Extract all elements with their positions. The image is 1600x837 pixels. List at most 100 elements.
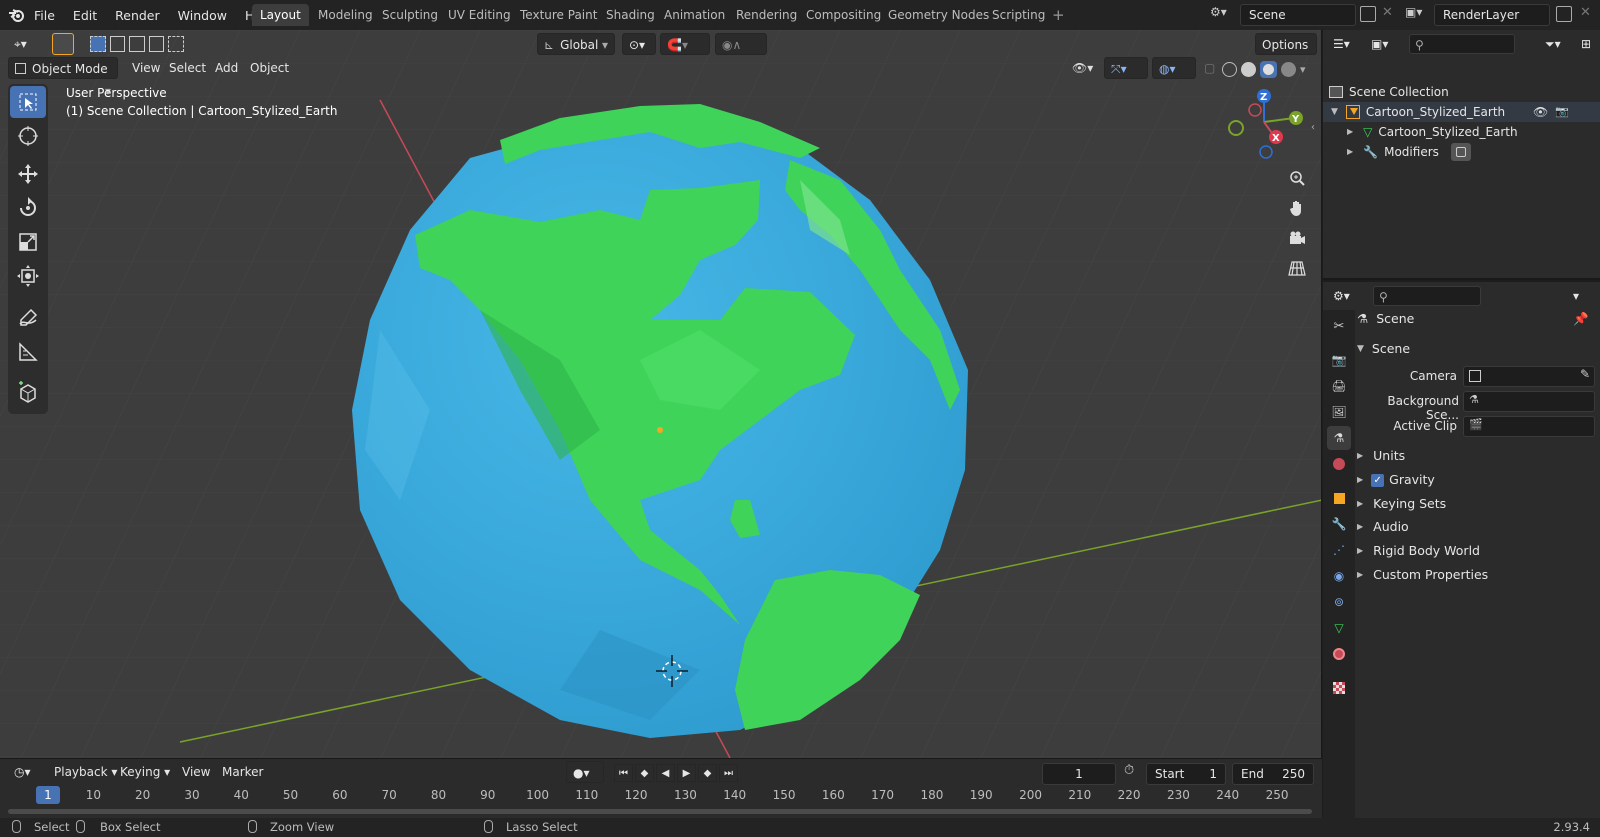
filter-dropdown[interactable]: ⏷▾ xyxy=(1539,33,1573,55)
tab-modeling[interactable]: Modeling xyxy=(310,4,381,26)
tab-output[interactable]: 🖨 xyxy=(1327,374,1351,398)
sidebar-toggle-icon[interactable]: ‹ xyxy=(1311,122,1315,133)
transform-orientation-dropdown[interactable]: ⊾ Global ▾ xyxy=(537,33,615,55)
new-view-layer-icon[interactable] xyxy=(1556,6,1572,22)
tab-material[interactable] xyxy=(1327,642,1351,666)
tab-render[interactable]: 📷 xyxy=(1327,348,1351,372)
menu-view[interactable]: View xyxy=(126,57,166,79)
tab-texture[interactable] xyxy=(1327,676,1351,700)
selection-mode-icons[interactable] xyxy=(90,36,184,52)
properties-editor-type-icon[interactable]: ⚙▾ xyxy=(1327,285,1361,307)
tool-rotate[interactable] xyxy=(10,192,46,224)
pivot-point-dropdown[interactable]: ⊙▾ xyxy=(622,33,656,55)
perspective-toggle-button[interactable] xyxy=(1282,254,1312,282)
tab-rendering[interactable]: Rendering xyxy=(728,4,805,26)
extend-selection-icon[interactable] xyxy=(109,36,126,52)
tool-move[interactable] xyxy=(10,158,46,190)
panel-rigid-body-world[interactable]: ▶ Rigid Body World xyxy=(1357,540,1597,562)
tab-world[interactable] xyxy=(1327,452,1351,476)
expand-arrow-icon[interactable]: ▼ xyxy=(1331,102,1338,122)
menu-select[interactable]: Select xyxy=(163,57,212,79)
tab-scene[interactable]: ⚗ xyxy=(1327,426,1351,450)
tool-cursor[interactable] xyxy=(10,120,46,152)
preview-range-icon[interactable]: ⏱ xyxy=(1124,763,1134,778)
properties-options-dropdown[interactable]: ▾ xyxy=(1567,285,1591,307)
new-collection-icon[interactable]: ⊞ xyxy=(1575,33,1597,55)
tab-geometry-nodes[interactable]: Geometry Nodes xyxy=(880,4,997,26)
tab-layout[interactable]: Layout xyxy=(252,4,309,26)
tool-select-box[interactable] xyxy=(10,86,46,118)
tab-scripting[interactable]: Scripting xyxy=(984,4,1053,26)
tab-view-layer[interactable]: 🖼 xyxy=(1327,400,1351,424)
3d-viewport[interactable]: ⌖▾ ⊾Global▾ ⊙▾ 🧲▾ ◉∧ Options ▾ Object Mo… xyxy=(0,30,1322,758)
neg-x-axis-handle[interactable] xyxy=(1248,103,1262,117)
tab-particles[interactable]: ⋰ xyxy=(1327,538,1351,562)
delete-view-layer-icon[interactable]: ✕ xyxy=(1580,5,1591,20)
tool-transform[interactable] xyxy=(10,260,46,292)
tool-add-cube[interactable] xyxy=(10,376,46,408)
material-shading-icon[interactable] xyxy=(1260,60,1277,78)
neg-y-axis-handle[interactable] xyxy=(1228,120,1244,136)
tab-modifiers[interactable]: 🔧 xyxy=(1327,512,1351,536)
mode-dropdown[interactable]: Object Mode ▾ xyxy=(8,57,118,98)
tab-data[interactable]: ▽ xyxy=(1327,616,1351,640)
tool-annotate[interactable] xyxy=(10,302,46,334)
subdivision-modifier-icon[interactable] xyxy=(1450,143,1471,161)
tab-sculpting[interactable]: Sculpting xyxy=(374,4,446,26)
camera-render-icon[interactable]: 📷 xyxy=(1555,102,1569,122)
scene-name-field[interactable]: Scene xyxy=(1240,4,1356,26)
outliner-row-scene-collection[interactable]: Scene Collection xyxy=(1329,82,1449,102)
panel-custom-properties[interactable]: ▶ Custom Properties xyxy=(1357,564,1597,586)
wireframe-shading-icon[interactable] xyxy=(1222,61,1237,77)
visibility-icon[interactable]: 👁▾ xyxy=(1066,57,1099,79)
menu-render[interactable]: Render xyxy=(115,8,160,23)
gravity-checkbox[interactable]: ✓ xyxy=(1371,473,1385,487)
tab-constraints[interactable]: ⊚ xyxy=(1327,590,1351,614)
gizmo-toggle[interactable]: ⤧▾ xyxy=(1104,57,1148,79)
view-layer-icon[interactable]: ▣▾ xyxy=(1405,5,1433,25)
panel-units[interactable]: ▶ Units xyxy=(1357,445,1597,467)
jump-to-end-icon[interactable]: ⏭ xyxy=(719,764,738,782)
new-selection-icon[interactable] xyxy=(90,36,106,52)
add-workspace-icon[interactable]: + xyxy=(1052,6,1065,24)
menu-edit[interactable]: Edit xyxy=(73,8,97,23)
end-frame-field[interactable]: End 250 xyxy=(1232,763,1314,785)
current-frame-field[interactable]: 1 xyxy=(1042,763,1116,785)
menu-marker[interactable]: Marker xyxy=(216,761,269,783)
outliner-search-input[interactable]: ⚲ xyxy=(1409,34,1515,54)
outliner-row-modifiers[interactable]: ▶ 🔧 Modifiers xyxy=(1347,142,1471,162)
tab-compositing[interactable]: Compositing xyxy=(798,4,889,26)
panel-gravity[interactable]: ▶ ✓ Gravity xyxy=(1357,469,1597,491)
menu-timeline-view[interactable]: View xyxy=(176,761,216,783)
tab-animation[interactable]: Animation xyxy=(656,4,733,26)
tab-physics[interactable]: ◉ xyxy=(1327,564,1351,588)
tool-scale[interactable] xyxy=(10,226,46,258)
outliner-row-mesh[interactable]: ▶ ▽ Cartoon_Stylized_Earth xyxy=(1347,122,1518,142)
camera-field[interactable]: ✎ xyxy=(1463,366,1595,387)
panel-keying-sets[interactable]: ▶ Keying Sets xyxy=(1357,493,1597,515)
tab-texture-paint[interactable]: Texture Paint xyxy=(512,4,605,26)
new-scene-icon[interactable] xyxy=(1360,6,1376,22)
menu-add[interactable]: Add xyxy=(209,57,244,79)
expand-arrow-icon[interactable]: ▶ xyxy=(1347,142,1353,162)
play-reverse-icon[interactable]: ◀ xyxy=(656,764,675,782)
snap-toggle[interactable]: 🧲▾ xyxy=(660,33,710,55)
tab-uv-editing[interactable]: UV Editing xyxy=(440,4,519,26)
timeline-editor-type-icon[interactable]: ◷▾ xyxy=(8,761,42,783)
menu-file[interactable]: File xyxy=(34,8,55,23)
panel-scene-header[interactable]: ▼ Scene xyxy=(1357,338,1597,360)
menu-object[interactable]: Object xyxy=(244,57,295,79)
editor-type-icon[interactable]: ⌖▾ xyxy=(8,33,42,55)
scene-type-icon[interactable]: ⚙▾ xyxy=(1210,5,1240,25)
outliner-row-earth-object[interactable]: ▼ Cartoon_Stylized_Earth 👁 📷 xyxy=(1323,102,1600,122)
proportional-edit-toggle[interactable]: ◉∧ xyxy=(715,33,767,55)
chevron-down-icon[interactable]: ▾ xyxy=(1300,63,1306,76)
menu-keying[interactable]: Keying ▾ xyxy=(114,761,176,783)
viewport-scene[interactable] xyxy=(0,30,1322,758)
options-dropdown[interactable]: Options ▾ xyxy=(1255,33,1317,74)
view-layer-field[interactable]: RenderLayer xyxy=(1434,4,1550,26)
invert-selection-icon[interactable] xyxy=(148,36,165,52)
properties-search-input[interactable]: ⚲ xyxy=(1373,286,1481,306)
timeline-scrollbar[interactable] xyxy=(8,809,1312,814)
eyedropper-icon[interactable]: ✎ xyxy=(1580,367,1590,381)
